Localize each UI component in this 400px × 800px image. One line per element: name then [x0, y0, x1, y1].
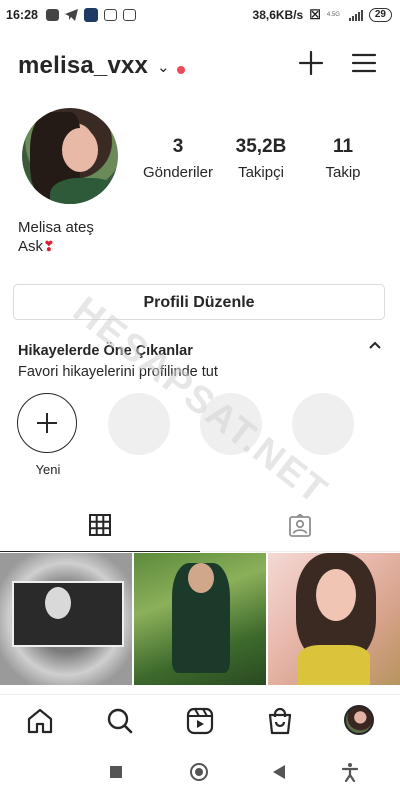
chevron-up-icon[interactable]	[368, 340, 382, 350]
system-navigation	[0, 746, 400, 800]
chevron-down-icon[interactable]: ⌄	[157, 58, 170, 76]
bio-text: Ask	[18, 238, 44, 255]
stat-value: 35,2B	[235, 136, 287, 157]
stat-label: Takipçi	[238, 164, 284, 181]
post-thumbnail[interactable]	[268, 553, 400, 685]
recents-square-icon[interactable]	[110, 766, 122, 778]
tagged-icon	[289, 514, 311, 537]
home-circle-icon[interactable]	[190, 763, 208, 781]
mute-icon: ☒	[309, 7, 321, 22]
notification-dot	[177, 66, 185, 74]
network-speed: 38,6KB/s	[252, 8, 304, 22]
highlight-placeholder	[292, 393, 354, 455]
heart-emoji: ❣	[43, 238, 55, 254]
highlight-placeholder	[108, 393, 170, 455]
grid-icon	[89, 514, 111, 536]
stat-value: 3	[172, 136, 184, 157]
username[interactable]: melisa_vxx	[18, 52, 148, 80]
followers-count[interactable]: 35,2B Takipçi	[216, 136, 306, 181]
accessibility-icon[interactable]	[342, 762, 358, 782]
signal-icon	[348, 9, 363, 21]
post-thumbnail[interactable]	[0, 553, 132, 685]
battery-icon: 29	[368, 8, 392, 22]
plus-icon[interactable]	[298, 50, 324, 76]
hamburger-menu-icon[interactable]	[351, 52, 377, 74]
following-count[interactable]: 11 Takip	[298, 136, 388, 181]
profile-avatar[interactable]	[344, 705, 374, 735]
posts-count[interactable]: 3 Gönderiler	[133, 136, 223, 181]
back-triangle-icon[interactable]	[273, 765, 285, 779]
highlights-subtitle: Favori hikayelerini profilinde tut	[18, 364, 218, 380]
home-icon[interactable]	[26, 707, 54, 735]
status-time: 16:28	[6, 8, 38, 22]
new-highlight-button[interactable]	[17, 393, 77, 453]
highlight-placeholder	[200, 393, 262, 455]
search-icon[interactable]	[106, 707, 134, 735]
post-thumbnail[interactable]	[134, 553, 266, 685]
stat-label: Takip	[325, 164, 361, 181]
shop-icon[interactable]	[266, 707, 294, 735]
reels-icon[interactable]	[186, 707, 214, 735]
telegram-icon	[65, 9, 78, 21]
highlights-title: Hikayelerde Öne Çıkanlar	[18, 343, 193, 359]
bottom-navigation	[0, 694, 400, 747]
instagram-icon	[104, 9, 117, 21]
profile-header: melisa_vxx ⌄	[0, 42, 400, 88]
bio: Ask❣	[18, 238, 55, 255]
tab-tagged[interactable]	[200, 505, 400, 552]
stat-label: Gönderiler	[142, 164, 214, 181]
full-name: Melisa ateş	[18, 219, 94, 236]
message-icon	[46, 9, 59, 21]
new-highlight-label: Yeni	[35, 462, 61, 477]
edit-profile-button[interactable]: Profili Düzenle	[13, 284, 385, 320]
profile-avatar[interactable]	[22, 108, 118, 204]
signal-label: 4.5G	[326, 12, 340, 18]
tab-posts-grid[interactable]	[0, 505, 200, 552]
stat-value: 11	[332, 136, 354, 157]
status-bar: 16:28 38,6KB/s ☒ 4.5G 29	[0, 0, 400, 30]
profile-tabs	[0, 505, 400, 552]
app-icon	[84, 8, 98, 22]
instagram-icon	[123, 9, 136, 21]
